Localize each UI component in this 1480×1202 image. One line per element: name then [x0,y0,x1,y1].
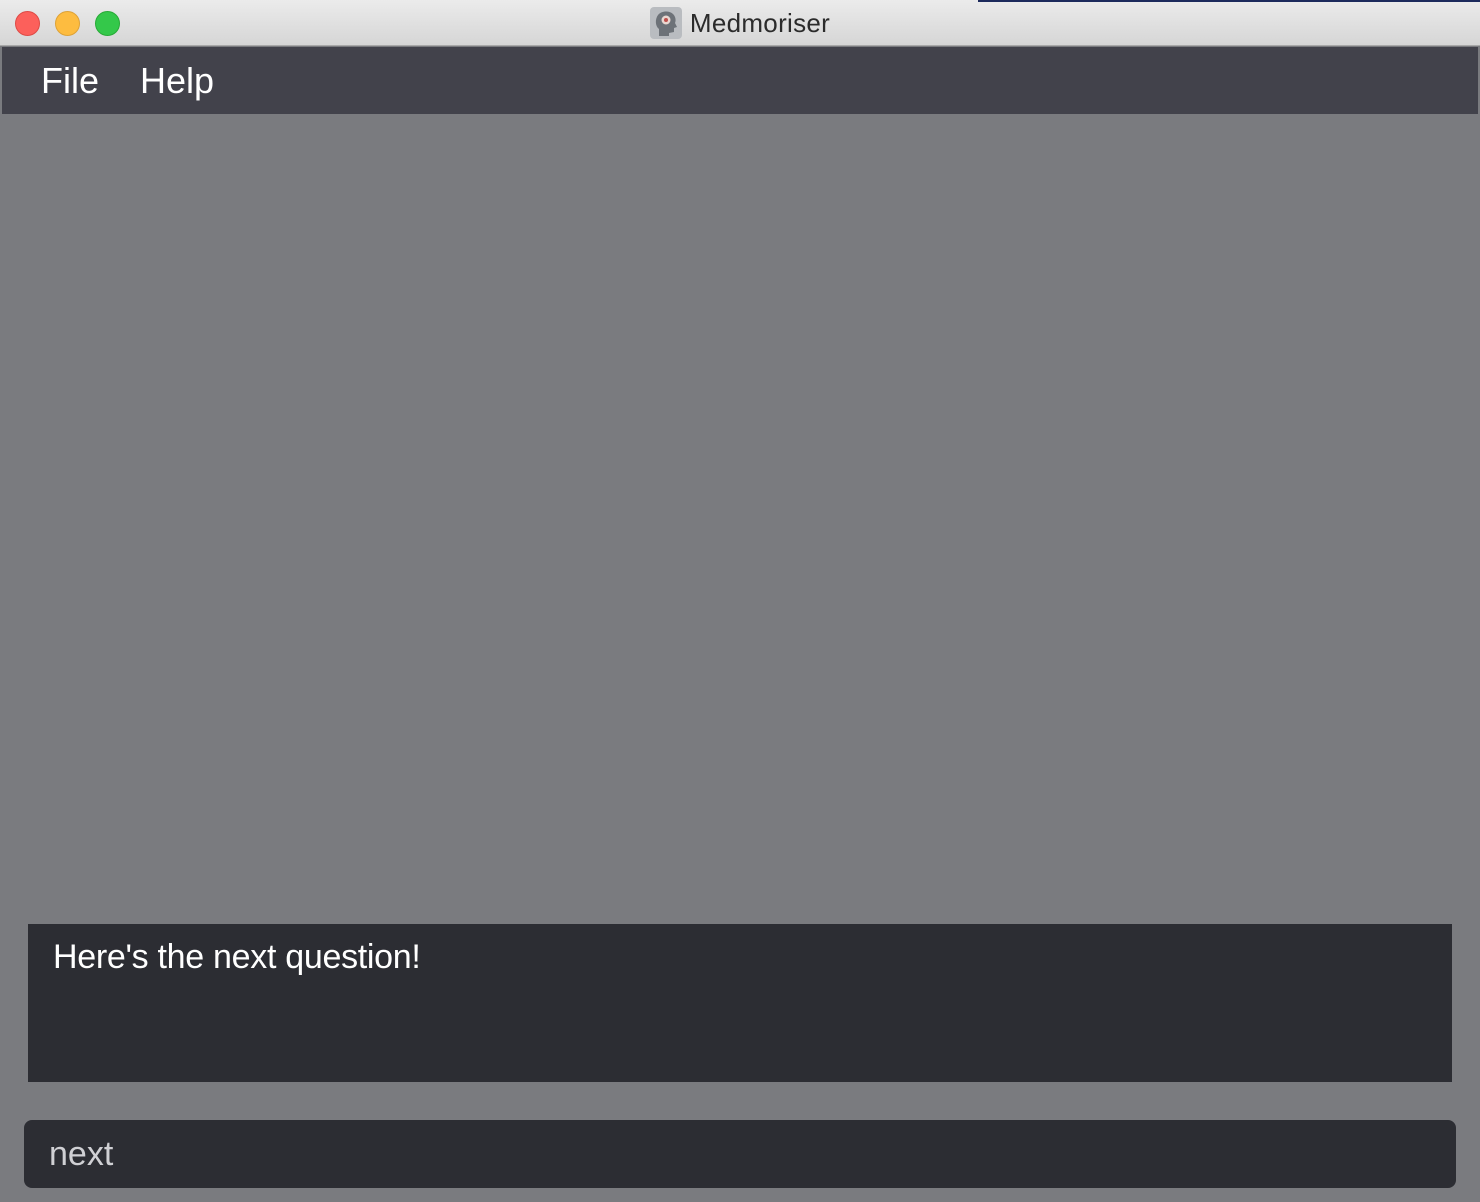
window-title: Medmoriser [689,7,831,38]
menu-file[interactable]: File [38,60,102,102]
main-content-area [2,114,1478,922]
window-title-group: Medmoriser [0,0,1480,46]
result-display: Here's the next question! [28,924,1452,1082]
command-box[interactable] [24,1120,1456,1188]
menu-bar: File Help [2,47,1478,114]
title-bar[interactable]: Medmoriser [0,0,1480,46]
menu-help[interactable]: Help [137,60,217,102]
result-message: Here's the next question! [53,938,421,976]
head-icon [649,7,682,39]
command-input[interactable] [49,1134,1431,1174]
app-window: Medmoriser File Help Here's the next que… [0,0,1480,1202]
